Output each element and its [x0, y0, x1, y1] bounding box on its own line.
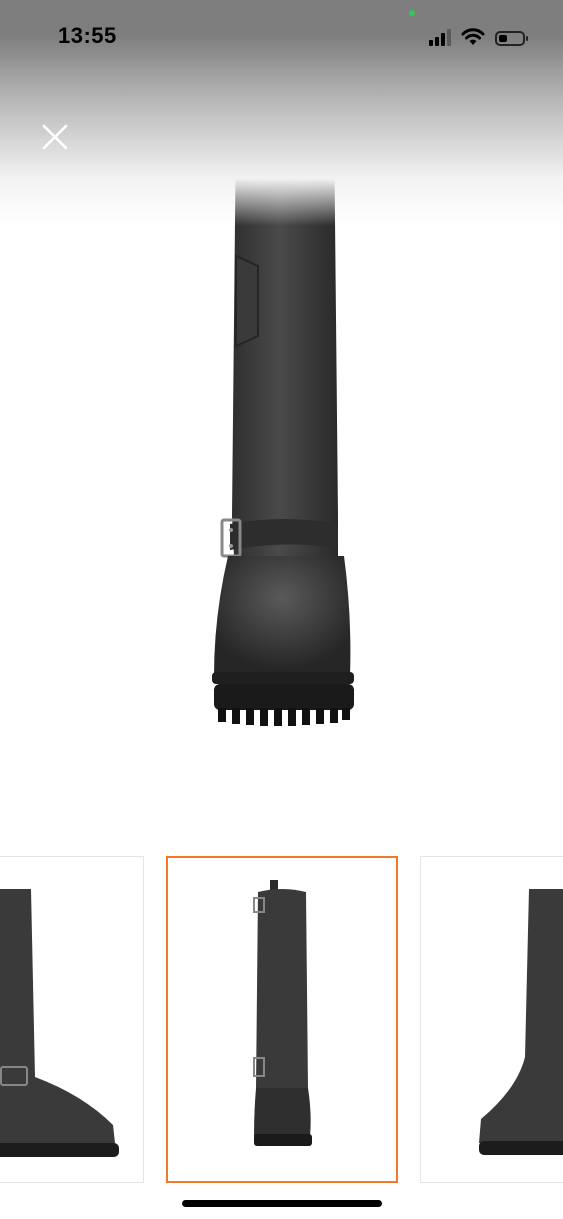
close-icon — [42, 124, 68, 150]
main-product-image[interactable] — [0, 36, 563, 826]
status-bar: 13:55 — [0, 0, 563, 48]
boot-front-image — [253, 880, 312, 1146]
privacy-indicator-dot — [409, 10, 415, 16]
thumbnail-front-view-selected[interactable] — [166, 856, 398, 1183]
status-icons — [429, 26, 528, 46]
boot-side-image — [0, 889, 119, 1157]
signal-icon — [429, 28, 451, 46]
close-button[interactable] — [38, 120, 72, 154]
wifi-icon — [461, 28, 485, 45]
thumbnail-side-view[interactable] — [0, 856, 144, 1183]
home-indicator[interactable] — [182, 1200, 382, 1207]
thumbnail-back-view[interactable] — [420, 856, 563, 1183]
battery-icon — [495, 31, 528, 46]
status-time: 13:55 — [58, 23, 117, 48]
boot-back-side-image — [479, 889, 563, 1155]
